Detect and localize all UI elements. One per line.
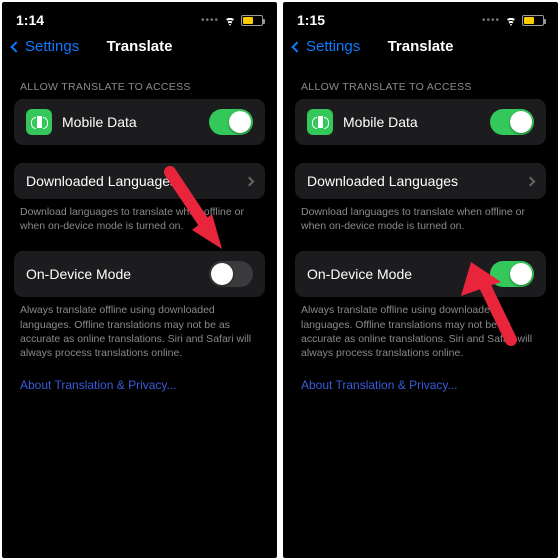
mobile-data-label: Mobile Data xyxy=(62,114,199,130)
cellular-dots-icon: •••• xyxy=(482,15,500,26)
back-button[interactable]: Settings xyxy=(12,38,79,55)
mobile-data-row[interactable]: Mobile Data xyxy=(295,99,546,145)
downloaded-languages-row[interactable]: Downloaded Languages xyxy=(14,163,265,199)
battery-icon xyxy=(522,15,544,26)
status-bar: 1:15 •••• xyxy=(283,2,558,32)
status-time: 1:14 xyxy=(16,12,44,28)
downloaded-languages-row[interactable]: Downloaded Languages xyxy=(295,163,546,199)
downloaded-languages-label: Downloaded Languages xyxy=(26,173,236,189)
chevron-right-icon xyxy=(245,176,255,186)
right-screenshot: 1:15 •••• Settings Translate ALLOW TRANS… xyxy=(283,2,558,558)
wifi-icon xyxy=(504,14,518,26)
status-time: 1:15 xyxy=(297,12,325,28)
chevron-left-icon xyxy=(10,41,21,52)
antenna-icon xyxy=(307,109,333,135)
antenna-icon xyxy=(26,109,52,135)
chevron-left-icon xyxy=(291,41,302,52)
downloaded-note: Download languages to translate when off… xyxy=(14,199,265,233)
on-device-mode-row[interactable]: On-Device Mode xyxy=(14,251,265,297)
chevron-right-icon xyxy=(526,176,536,186)
section-header-allow: ALLOW TRANSLATE TO ACCESS xyxy=(14,67,265,99)
on-device-mode-label: On-Device Mode xyxy=(26,266,199,282)
about-translation-link[interactable]: About Translation & Privacy... xyxy=(295,360,546,410)
left-screenshot: 1:14 •••• Settings Translate ALLOW TRANS… xyxy=(2,2,277,558)
mobile-data-label: Mobile Data xyxy=(343,114,480,130)
about-translation-link[interactable]: About Translation & Privacy... xyxy=(14,360,265,410)
status-bar: 1:14 •••• xyxy=(2,2,277,32)
on-device-note: Always translate offline using downloade… xyxy=(295,297,546,360)
section-header-allow: ALLOW TRANSLATE TO ACCESS xyxy=(295,67,546,99)
on-device-note: Always translate offline using downloade… xyxy=(14,297,265,360)
downloaded-note: Download languages to translate when off… xyxy=(295,199,546,233)
mobile-data-toggle[interactable] xyxy=(490,109,534,135)
status-right-cluster: •••• xyxy=(482,14,544,26)
on-device-mode-label: On-Device Mode xyxy=(307,266,480,282)
back-label: Settings xyxy=(306,38,360,55)
cellular-dots-icon: •••• xyxy=(201,15,219,26)
back-button[interactable]: Settings xyxy=(293,38,360,55)
back-label: Settings xyxy=(25,38,79,55)
nav-bar: Settings Translate xyxy=(283,32,558,67)
downloaded-languages-label: Downloaded Languages xyxy=(307,173,517,189)
mobile-data-row[interactable]: Mobile Data xyxy=(14,99,265,145)
status-right-cluster: •••• xyxy=(201,14,263,26)
mobile-data-toggle[interactable] xyxy=(209,109,253,135)
battery-icon xyxy=(241,15,263,26)
on-device-mode-toggle[interactable] xyxy=(490,261,534,287)
wifi-icon xyxy=(223,14,237,26)
on-device-mode-row[interactable]: On-Device Mode xyxy=(295,251,546,297)
on-device-mode-toggle[interactable] xyxy=(209,261,253,287)
nav-bar: Settings Translate xyxy=(2,32,277,67)
